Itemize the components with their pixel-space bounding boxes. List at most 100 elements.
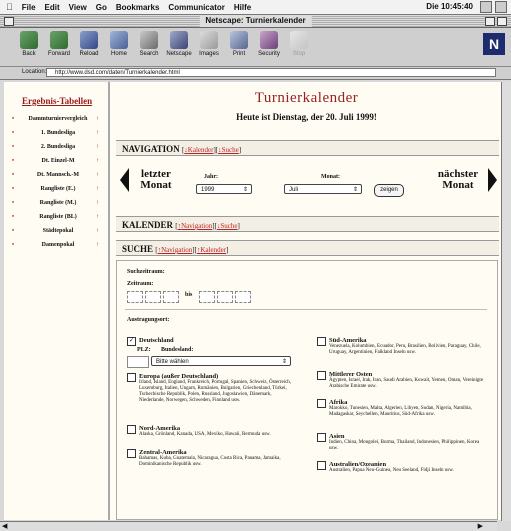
- plz-input[interactable]: [127, 356, 149, 368]
- link-to-calendar[interactable]: Kalender: [200, 246, 226, 254]
- region-checkbox[interactable]: [317, 399, 326, 408]
- year-select[interactable]: 1999 ⇕: [196, 184, 252, 194]
- left-nav-frame: Ergebnis-Tabellen • Dammturniervergleich ↑…: [4, 82, 110, 520]
- horizontal-scrollbar[interactable]: ◀ ▶: [0, 521, 497, 531]
- menu-bookmarks[interactable]: Bookmarks: [116, 3, 160, 12]
- menu-clock[interactable]: Die 10:45:40: [426, 2, 473, 11]
- arrow-up-icon: ↑: [96, 200, 99, 206]
- reload-button[interactable]: Reload: [74, 31, 104, 57]
- region-description: Bahamas, Kuba, Guatemala, Nicaragua, Cos…: [139, 456, 281, 467]
- to-day-field[interactable]: [199, 291, 215, 303]
- nav-item[interactable]: • Rangliste (E.) ↑: [12, 182, 104, 196]
- nav-item[interactable]: • Rangliste (M.) ↑: [12, 196, 104, 210]
- select-arrows-icon: ⇕: [242, 187, 248, 193]
- forward-button[interactable]: Forward: [44, 31, 74, 57]
- nav-item[interactable]: • Dt. Einzel-M ↑: [12, 154, 104, 168]
- images-button[interactable]: Images: [194, 31, 224, 57]
- menu-extras: [480, 1, 507, 13]
- region-option[interactable]: Süd-Amerika Venezuela, Kolumbien, Ecuador…: [317, 337, 487, 356]
- to-month-field[interactable]: [217, 291, 233, 303]
- menu-go[interactable]: Go: [96, 3, 107, 12]
- netscape-button[interactable]: Netscape: [164, 31, 194, 57]
- scroll-left-icon[interactable]: ◀: [2, 522, 7, 530]
- bis-label: bis: [185, 292, 193, 298]
- menu-edit[interactable]: Edit: [45, 3, 60, 12]
- region-checkbox[interactable]: [317, 337, 326, 346]
- link-to-calendar[interactable]: Kalender: [188, 146, 214, 154]
- menu-view[interactable]: View: [69, 3, 87, 12]
- region-option[interactable]: Zentral-Amerika Bahamas, Kuba, Guatemala,…: [127, 449, 297, 468]
- scroll-right-icon[interactable]: ▶: [478, 522, 483, 530]
- window-titlebar[interactable]: Netscape: Turnierkalender: [0, 15, 511, 28]
- nav-item[interactable]: • Rangliste (BL) ↑: [12, 210, 104, 224]
- region-option[interactable]: Europa (außer Deutschland) Irland, Island…: [127, 373, 297, 404]
- nav-item[interactable]: • 2. Bundesliga ↑: [12, 140, 104, 154]
- region-checkbox[interactable]: [127, 449, 136, 458]
- state-label: Bundesland:: [161, 347, 194, 353]
- nav-item[interactable]: • Dammturniervergleich ↑: [12, 112, 104, 126]
- arrow-right-icon: •: [12, 144, 15, 150]
- region-option[interactable]: Mittlerer Osten Ägypten, Israel, Irak, Ir…: [317, 371, 487, 390]
- show-button[interactable]: zeigen: [374, 184, 404, 197]
- location-field[interactable]: http://www.dsd.com/daten/Turnierkalender…: [46, 68, 496, 77]
- back-button[interactable]: Back: [14, 31, 44, 57]
- nav-item[interactable]: • Dt. Mannsch.-M ↑: [12, 168, 104, 182]
- collapse-box-icon[interactable]: [497, 17, 507, 26]
- nav-header-link[interactable]: Ergebnis-Tabellen: [22, 96, 92, 106]
- help-icon[interactable]: [480, 1, 492, 13]
- region-option[interactable]: Nord-Amerika Alaska, Grönland, Kanada, US…: [127, 425, 297, 438]
- region-option[interactable]: Australien/Ozeanien Australien, Papua Neu…: [317, 461, 487, 474]
- search-section-bar: SUCHE [↑Navigation][↑Kalender]: [116, 240, 499, 256]
- region-checkbox[interactable]: [127, 425, 136, 434]
- germany-option[interactable]: ✓ Deutschland: [127, 337, 174, 346]
- menu-help[interactable]: Hilfe: [234, 3, 251, 12]
- nav-item-label: Rangliste (M.): [39, 200, 77, 206]
- print-button[interactable]: Print: [224, 31, 254, 57]
- from-month-field[interactable]: [145, 291, 161, 303]
- region-checkbox[interactable]: [317, 461, 326, 470]
- germany-checkbox[interactable]: ✓: [127, 337, 136, 346]
- application-menu-icon[interactable]: [495, 1, 507, 13]
- nav-item[interactable]: • Damenpokal ↑: [12, 238, 104, 252]
- apple-menu-icon[interactable]: : [6, 2, 13, 12]
- netscape-logo[interactable]: N: [483, 33, 505, 55]
- vertical-scrollbar[interactable]: [501, 82, 511, 521]
- month-select[interactable]: Juli ⇕: [284, 184, 362, 194]
- menu-file[interactable]: File: [22, 3, 36, 12]
- venue-heading: Austragungsort:: [127, 317, 170, 323]
- to-year-field[interactable]: [235, 291, 251, 303]
- region-option[interactable]: Afrika Marokko, Tunesien, Malta, Algerien…: [317, 399, 487, 418]
- previous-month-button[interactable]: letzter Monat: [120, 168, 179, 192]
- region-checkbox[interactable]: [317, 433, 326, 442]
- region-checkbox[interactable]: [127, 373, 136, 382]
- security-button[interactable]: Security: [254, 31, 284, 57]
- from-year-field[interactable]: [163, 291, 179, 303]
- state-select-value: Bitte wählen: [156, 359, 189, 365]
- home-button[interactable]: Home: [104, 31, 134, 57]
- zoom-box-icon[interactable]: [485, 17, 495, 26]
- search-button[interactable]: Search: [134, 31, 164, 57]
- next-month-button[interactable]: nächster Monat: [432, 168, 497, 192]
- link-to-navigation[interactable]: Navigation: [181, 222, 212, 230]
- link-to-search[interactable]: Suche: [220, 222, 237, 230]
- menu-communicator[interactable]: Communicator: [168, 3, 224, 12]
- separator: ]: [238, 146, 242, 154]
- state-select[interactable]: Bitte wählen ⇕: [151, 356, 291, 366]
- region-option[interactable]: Asien Indien, China, Mongolei, Burma, Tha…: [317, 433, 487, 452]
- nav-item[interactable]: • 1. Bundesliga ↑: [12, 126, 104, 140]
- region-checkbox[interactable]: [317, 371, 326, 380]
- link-to-search[interactable]: Suche: [222, 146, 239, 154]
- link-to-navigation[interactable]: Navigation: [161, 246, 192, 254]
- month-label: Monat:: [321, 174, 340, 180]
- plz-label: PLZ:: [137, 347, 151, 353]
- from-day-field[interactable]: [127, 291, 143, 303]
- close-box-icon[interactable]: [4, 17, 14, 26]
- year-label: Jahr:: [204, 174, 218, 180]
- region-title: Nord-Amerika: [139, 425, 181, 432]
- nav-item[interactable]: • Städtepokal ↑: [12, 224, 104, 238]
- print-icon: [230, 31, 248, 49]
- arrow-up-icon: ↑: [96, 144, 99, 150]
- region-description: Venezuela, Kolumbien, Ecuador, Peru, Bra…: [329, 344, 481, 355]
- nav-item-label: Rangliste (BL): [39, 214, 77, 220]
- stop-button[interactable]: Stop: [284, 31, 314, 57]
